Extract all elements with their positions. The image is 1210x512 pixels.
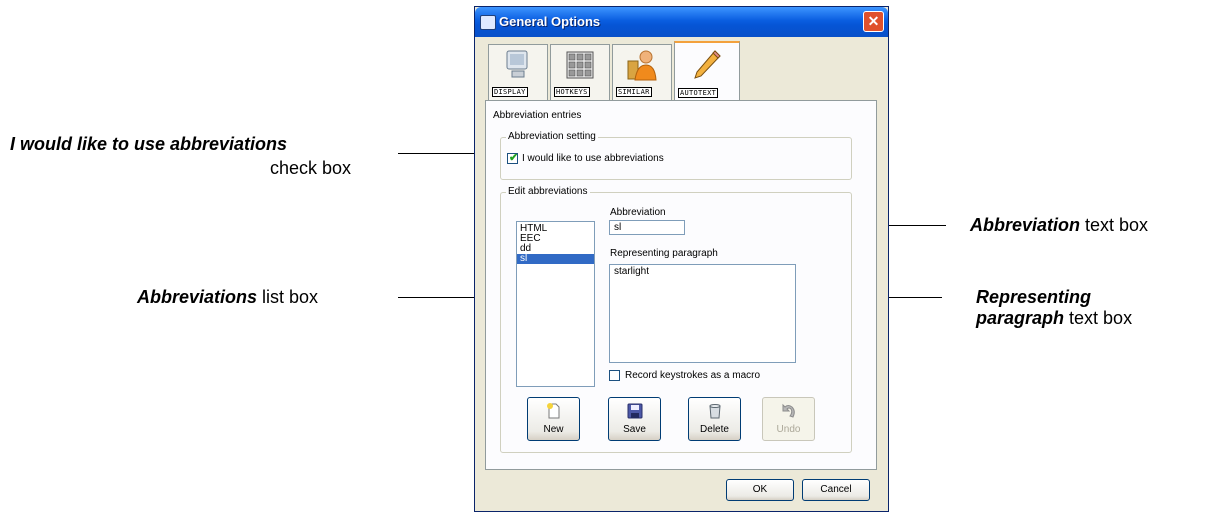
tab-autotext-label: AUTOTEXT <box>678 88 719 98</box>
trash-can-icon <box>709 404 721 419</box>
tab-display-label: DISPLAY <box>492 87 528 97</box>
keyboard-icon <box>566 51 594 79</box>
callout-abbrev-bold: Abbreviation <box>970 215 1081 235</box>
close-button[interactable]: ✕ <box>863 11 884 32</box>
autotext-panel: Abbreviation entries Abbreviation settin… <box>485 100 877 470</box>
callout-repr-textbox: Representing paragraph text box <box>976 287 1132 329</box>
callout-checkbox-bold: I would like to use abbreviations <box>10 134 288 154</box>
abbreviation-setting-group: Abbreviation setting ✔ I would like to u… <box>500 131 852 180</box>
undo-arrow-icon <box>782 403 795 418</box>
edit-abbreviations-group: Edit abbreviations Abbreviation sl HTML … <box>500 186 852 453</box>
callout-listbox: Abbreviations list box <box>137 287 318 308</box>
title-bar[interactable]: General Options ✕ <box>475 7 888 37</box>
list-item[interactable]: dd <box>517 244 594 254</box>
check-icon: ✔ <box>509 152 519 164</box>
callout-listbox-rest: list box <box>257 287 319 307</box>
edit-abbreviations-title: Edit abbreviations <box>506 186 590 197</box>
callout-checkbox-rest: check box <box>270 158 352 178</box>
tab-autotext[interactable]: AUTOTEXT <box>674 41 740 101</box>
app-icon <box>480 15 496 30</box>
undo-button-label: Undo <box>776 424 801 435</box>
callout-abbrev-textbox: Abbreviation text box <box>970 215 1148 236</box>
cancel-button[interactable]: Cancel <box>802 479 870 501</box>
general-options-dialog: General Options ✕ DISPLAY HOTKEYS SIMILA… <box>474 6 889 512</box>
list-item-selected[interactable]: sl <box>517 254 594 264</box>
record-macro-checkbox[interactable] <box>609 370 620 381</box>
callout-abbrev-rest: text box <box>1080 215 1149 235</box>
tab-display[interactable]: DISPLAY <box>488 44 548 100</box>
representing-label: Representing paragraph <box>610 248 718 259</box>
use-abbreviations-label[interactable]: I would like to use abbreviations <box>522 153 664 164</box>
pencil-icon <box>694 50 721 79</box>
tab-similar-label: SIMILAR <box>616 87 652 97</box>
tab-similar[interactable]: SIMILAR <box>612 44 672 100</box>
abbreviations-listbox[interactable]: HTML EEC dd sl <box>516 221 595 387</box>
save-button-label: Save <box>623 424 646 435</box>
entries-heading: Abbreviation entries <box>493 110 582 121</box>
ok-button[interactable]: OK <box>726 479 794 501</box>
use-abbreviations-checkbox[interactable]: ✔ <box>507 152 519 164</box>
new-button-label: New <box>543 424 564 435</box>
dialog-title: General Options <box>499 14 601 29</box>
representing-textbox[interactable]: starlight <box>609 264 796 363</box>
monitor-icon <box>506 50 528 78</box>
new-button[interactable]: New <box>527 397 580 441</box>
undo-button[interactable]: Undo <box>762 397 815 441</box>
callout-repr-bold-2: paragraph <box>976 308 1065 328</box>
save-button[interactable]: Save <box>608 397 661 441</box>
floppy-disk-icon <box>627 403 643 419</box>
record-macro-label[interactable]: Record keystrokes as a macro <box>625 370 760 381</box>
callout-repr-rest: text box <box>1064 308 1133 328</box>
delete-button[interactable]: Delete <box>688 397 741 441</box>
callout-repr-bold-1: Representing <box>976 287 1092 307</box>
tab-hotkeys-label: HOTKEYS <box>554 87 590 97</box>
callout-checkbox: I would like to use abbreviations <box>10 134 287 155</box>
delete-button-label: Delete <box>700 424 729 435</box>
tab-hotkeys[interactable]: HOTKEYS <box>550 44 610 100</box>
abbreviation-setting-title: Abbreviation setting <box>506 131 598 142</box>
abbreviation-textbox[interactable]: sl <box>609 220 685 235</box>
abbreviation-label: Abbreviation <box>610 207 666 218</box>
callout-listbox-bold: Abbreviations <box>137 287 258 307</box>
new-document-icon <box>547 403 560 419</box>
person-icon <box>627 50 657 81</box>
